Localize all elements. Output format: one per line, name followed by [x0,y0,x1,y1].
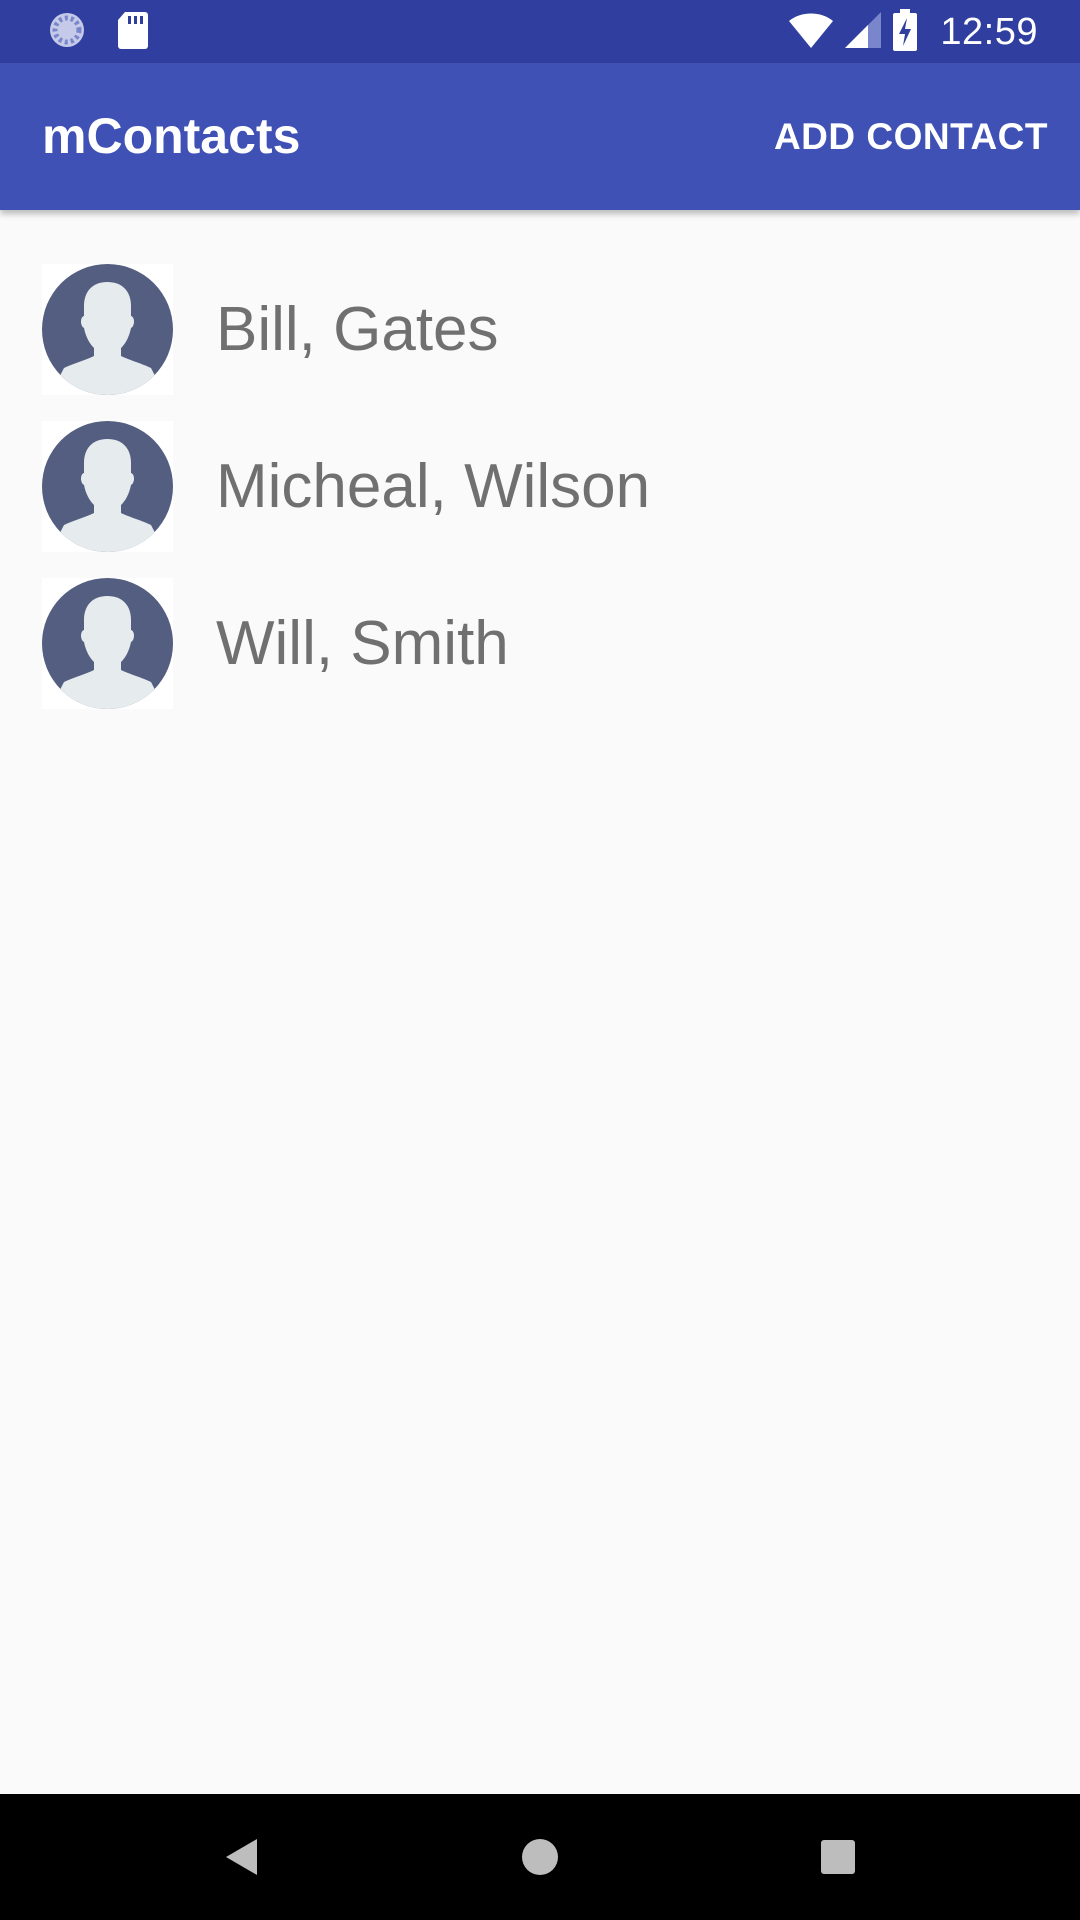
sync-icon [47,10,87,55]
person-avatar-icon [42,578,173,709]
contact-name: Will, Smith [216,609,509,678]
navigation-bar [0,1794,1080,1920]
avatar [42,578,173,709]
app-bar: mContacts ADD CONTACT [0,63,1080,210]
recents-icon[interactable] [808,1827,868,1887]
status-right-icons: 12:59 [788,8,1038,56]
wifi-icon [788,10,834,55]
screen: 12:59 mContacts ADD CONTACT Bill, Gates [0,0,1080,1920]
app-title: mContacts [42,108,301,164]
add-contact-button[interactable]: ADD CONTACT [774,109,1048,165]
battery-charging-icon [892,8,918,57]
status-bar: 12:59 [0,0,1080,63]
contact-list-item[interactable]: Micheal, Wilson [0,367,1080,552]
status-left-icons [47,10,149,55]
sd-card-icon [117,10,149,55]
home-icon[interactable] [510,1827,570,1887]
contact-list-item[interactable]: Will, Smith [0,524,1080,709]
contact-list-item[interactable]: Bill, Gates [0,210,1080,395]
cell-signal-icon [844,10,882,55]
status-time: 12:59 [940,10,1038,53]
back-icon[interactable] [212,1827,272,1887]
